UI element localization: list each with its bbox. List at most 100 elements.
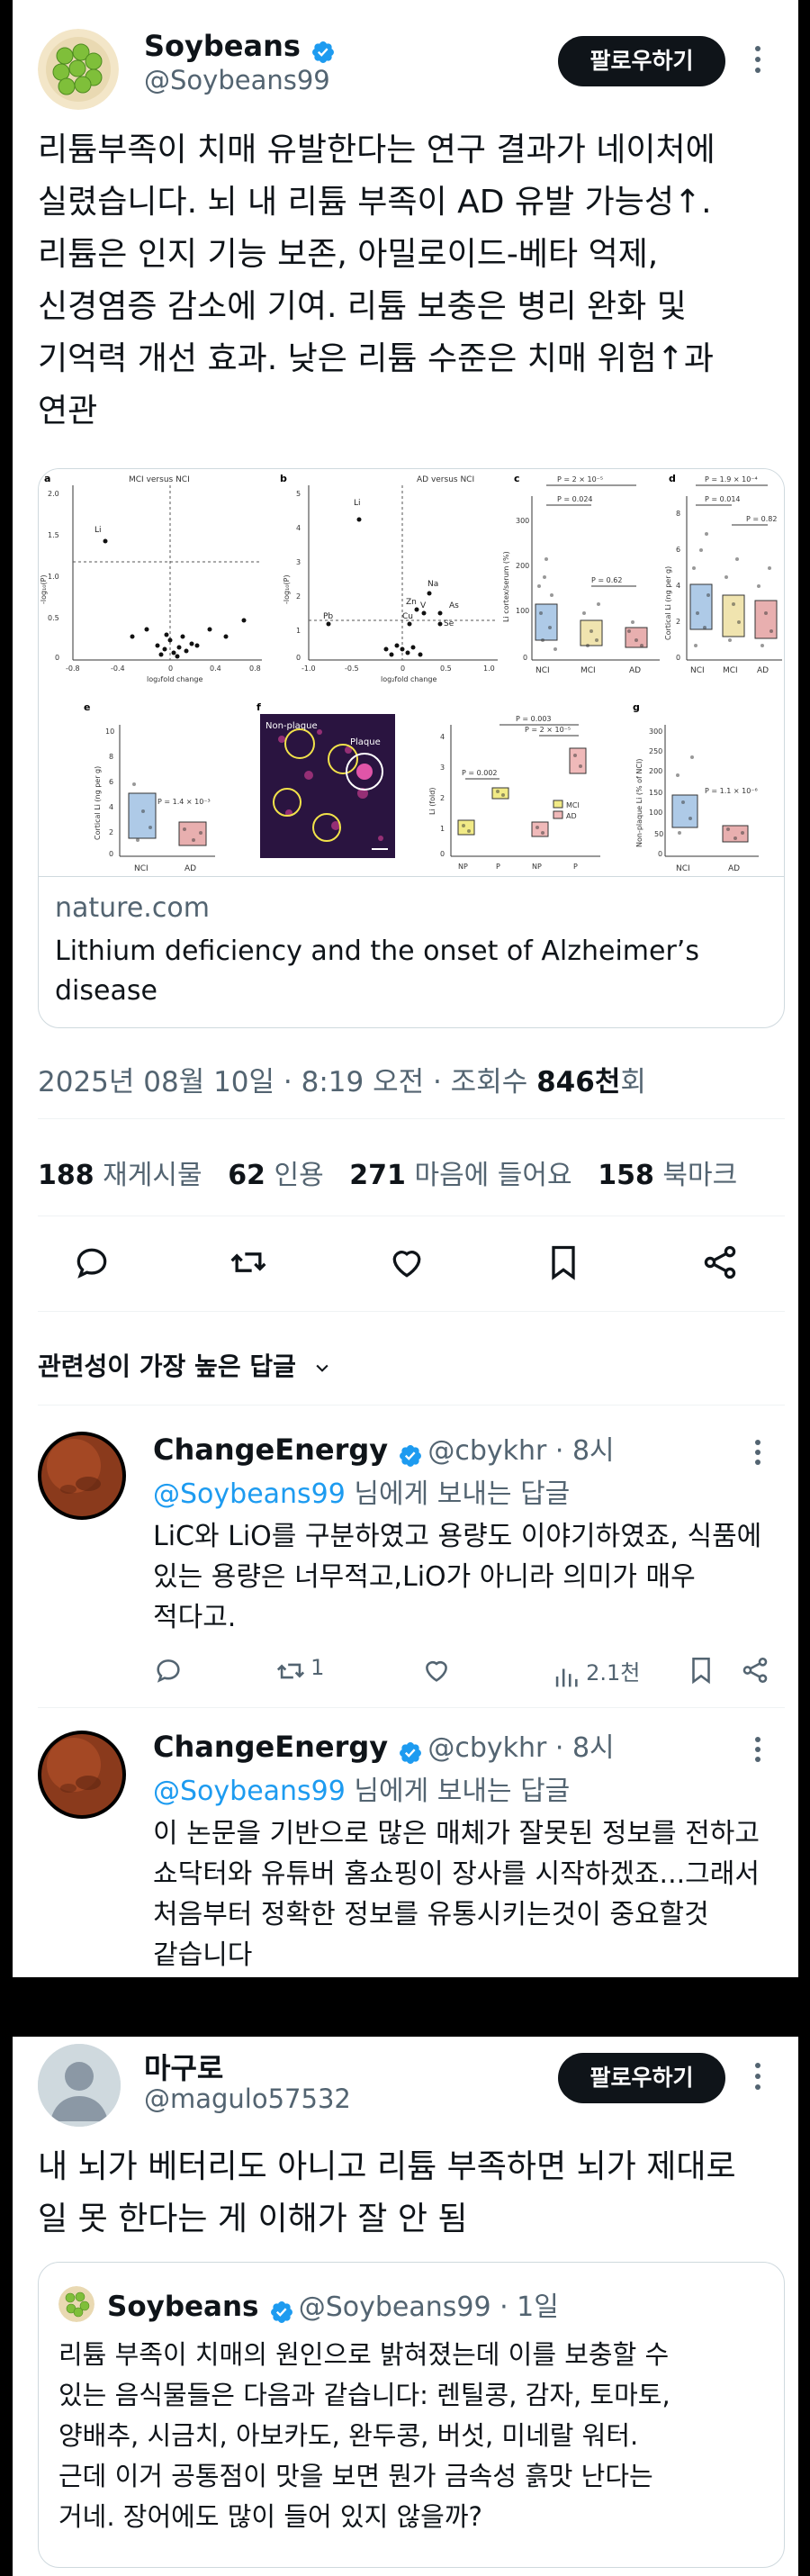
reply-avatar[interactable] [38,1432,126,1520]
mention-link[interactable]: @Soybeans99 [153,1776,346,1807]
panel-a-ytick: 1.5 [48,531,59,539]
soybeans-avatar-image [38,29,119,110]
reply-icon[interactable] [153,1655,184,1689]
panel-b-title: AD versus NCI [417,475,474,484]
right-border [797,0,810,2576]
mars-avatar-image [38,1432,126,1520]
share-icon[interactable] [740,1655,770,1689]
tweet-text: 리튬부족이 치매 유발한다는 연구 결과가 네이처에 실렸습니다. 뇌 내 리튬… [38,124,785,438]
more-options-icon[interactable] [753,1437,762,1471]
panel-e-ytick: 0 [109,850,113,858]
tweet-text-line: 실렸습니다. 뇌 내 리튬 부족이 AD 유발 가능성↑. [38,184,712,221]
stat-quotes[interactable]: 62 인용 [228,1160,324,1191]
reply-author-handle[interactable]: @cbykhr · 8시 [428,1435,614,1467]
follow-button[interactable]: 팔로우하기 [558,2053,725,2103]
reply-author-name[interactable]: ChangeEnergy [153,1730,388,1764]
quote-tweet-post: 마구로 @magulo57532 팔로우하기 내 뇌가 베터리도 아니고 리튬 … [13,2037,798,2576]
avatar[interactable] [38,2044,121,2127]
reply-text-line: 처음부터 정확한 정보를 유통시키는것이 중요할것 [153,1899,709,1930]
timestamp[interactable]: 2025년 08월 10일 · 8:19 오전 · 조회수 [38,1066,536,1098]
reply-sort-selector[interactable]: 관련성이 가장 높은 답글 [38,1347,334,1383]
panel-g-letter: g [633,701,640,713]
reply-text-line: 쇼닥터와 유튜버 홈쇼핑이 장사를 시작하겠죠...그래서 [153,1858,760,1890]
panel-a-xtick: 0.8 [249,664,261,673]
stat-reposts[interactable]: 188 재게시물 [38,1160,202,1191]
link-card-divider [39,876,784,877]
panel-f-nonplaque-label: Non-plaque [266,721,318,731]
author-name[interactable]: 마구로 [144,2046,223,2087]
author-handle[interactable]: @magulo57532 [144,2083,351,2114]
panel-c-ytick: 200 [516,562,529,570]
panel-b-xtick: 1.0 [483,664,495,673]
panel-f-ytick: 4 [440,733,445,741]
panel-c-group: AD [629,666,641,675]
quoted-avatar [58,2286,94,2322]
reply-text-line: 이 논문을 기반으로 많은 매체가 잘못된 정보를 전하고 [153,1818,760,1849]
reply-to-line: @Soybeans99 님에게 보내는 답글 [153,1768,570,1808]
panel-a-ytick: 0.5 [48,614,59,622]
verified-badge-icon [312,41,334,63]
bookmark-icon[interactable] [686,1655,716,1689]
more-options-icon[interactable] [753,41,762,81]
mention-link[interactable]: @Soybeans99 [153,1478,346,1510]
more-options-icon[interactable] [753,1734,762,1768]
author-line: Soybeans [144,29,336,65]
like-icon[interactable] [421,1655,452,1689]
avatar[interactable] [38,29,119,110]
stat-likes[interactable]: 271 마음에 들어요 [349,1160,572,1191]
quoted-tweet[interactable]: Soybeans @Soybeans99 · 1일 리튬 부족이 치매의 원인으… [38,2262,785,2568]
bookmark-icon[interactable] [544,1243,583,1286]
panel-a-xtick: -0.4 [111,664,125,673]
reply-text-line: LiC와 LiO를 구분하였고 용량도 이야기하였죠, 식품에 [153,1521,762,1552]
author-handle[interactable]: @Soybeans99 [144,65,330,95]
panel-b-letter: b [280,473,287,484]
stat-bookmarks[interactable]: 158 북마크 [598,1160,737,1191]
figure-svg: a MCI versus NCI 2.0 1.5 1.0 0.5 0 -log₁… [40,473,782,873]
author-name[interactable]: Soybeans [144,29,301,63]
repost-icon[interactable] [229,1243,268,1286]
panel-a-ylabel: -log₁₀(P) [40,574,48,604]
panel-b-label-pb: Pb [323,612,333,621]
reply-to-suffix: 님에게 보내는 답글 [345,1776,571,1807]
reply-text-line: 같습니다 [153,1939,253,1971]
panel-a-ytick: 1.0 [48,573,59,581]
reply-avatar[interactable] [38,1731,126,1819]
article-figure: a MCI versus NCI 2.0 1.5 1.0 0.5 0 -log₁… [39,469,784,876]
panel-b-xlabel: log₂fold change [381,675,436,683]
like-icon[interactable] [387,1243,427,1286]
tweet-text-line: 연관 [38,393,98,429]
panel-a-xtick: 0 [168,664,173,673]
panel-c-p: P = 0.62 [591,576,622,584]
reply-author-handle[interactable]: @cbykhr · 8시 [428,1732,614,1764]
panel-a-ytick: 0 [55,654,59,662]
panel-e-ytick: 4 [109,803,113,811]
panel-e-letter: e [84,701,90,713]
reply-icon[interactable] [72,1243,112,1286]
follow-button[interactable]: 팔로우하기 [558,36,725,86]
panel-g-ylabel: Non-plaque Li (% of NCI) [635,759,644,847]
link-title-line: Lithium deficiency and the onset of Alzh… [55,935,699,967]
panel-e-group: NCI [134,864,148,873]
reply-author-name[interactable]: ChangeEnergy [153,1433,388,1467]
panel-b-ytick: 2 [296,592,301,601]
panel-c-ytick: 300 [516,517,529,525]
panel-f-group: P [573,863,578,871]
panel-g-ytick: 300 [649,728,662,736]
panel-a-xlabel: log₂fold change [147,675,202,683]
panel-f-group: NP [458,863,468,871]
panel-c-p: P = 2 × 10⁻⁵ [557,475,603,484]
link-card[interactable]: a MCI versus NCI 2.0 1.5 1.0 0.5 0 -log₁… [38,468,785,1028]
panel-b-points [326,517,443,657]
panel-b-ytick: 1 [296,627,301,635]
reply-text-line: 적다고. [153,1602,237,1633]
quoted-text-line: 거네. 장어에도 많이 들어 있지 않을까? [58,2501,482,2532]
repost-control[interactable]: 1 [275,1655,324,1686]
panel-f-p: P = 2 × 10⁻⁵ [525,726,571,734]
soybeans-avatar-image [58,2286,94,2322]
panel-b-label-na: Na [428,580,438,589]
panel-d-ytick: 2 [676,618,680,626]
share-icon[interactable] [700,1243,740,1286]
more-options-icon[interactable] [753,2058,762,2098]
panel-a-letter: a [44,473,50,484]
views-control[interactable]: 2.1천 [551,1655,640,1692]
